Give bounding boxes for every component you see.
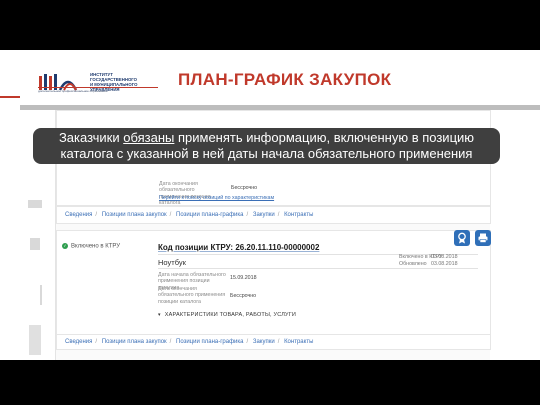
left-decoration	[28, 200, 42, 208]
print-button[interactable]	[475, 230, 491, 246]
included-date: 03.08.2018	[431, 254, 458, 260]
updated-date: 03.08.2018	[431, 261, 458, 267]
tab-procurement-plan-items[interactable]: Позиции плана закупок	[102, 212, 167, 218]
tab-contracts[interactable]: Контракты	[284, 339, 313, 345]
characteristics-toggle[interactable]: ▾ ХАРАКТЕРИСТИКИ ТОВАРА, РАБОТЫ, УСЛУГИ	[158, 312, 296, 318]
tab-schedule-items[interactable]: Позиции плана-графика	[176, 212, 243, 218]
logo-tagline: дополнительное профессиональное образова…	[38, 89, 108, 93]
nav-tabs-top: Сведения / Позиции плана закупок / Позиции…	[56, 206, 491, 224]
divider	[158, 268, 478, 269]
product-name: Ноутбук	[158, 258, 186, 267]
date-start-value: 15.09.2018	[230, 275, 257, 281]
tab-details[interactable]: Сведения	[65, 212, 92, 218]
logo-divider	[38, 87, 158, 88]
chevron-down-icon: ▾	[158, 312, 161, 318]
status-label: Включено в КТРУ	[71, 243, 121, 250]
left-decoration	[29, 325, 41, 355]
tab-purchases[interactable]: Закупки	[253, 339, 275, 345]
ktru-code-link[interactable]: Код позиции КТРУ: 26.20.11.110-00000002	[158, 243, 319, 252]
left-decoration	[30, 238, 40, 250]
slide: ИНСТИТУТ ГОСУДАРСТВЕННОГО И МУНИЦИПАЛЬНО…	[0, 50, 540, 360]
status-badge: ✓ Включено в КТРУ	[62, 243, 120, 250]
date-end-value: Бессрочно	[231, 185, 258, 191]
date-end-value: Бессрочно	[230, 293, 257, 299]
tab-procurement-plan-items[interactable]: Позиции плана закупок	[102, 339, 167, 345]
check-icon: ✓	[62, 243, 68, 249]
callout-prefix: Заказчики	[58, 130, 124, 145]
tab-contracts[interactable]: Контракты	[284, 212, 313, 218]
date-end-label: Дата окончания обязательного применения …	[158, 286, 226, 305]
tab-details[interactable]: Сведения	[65, 339, 92, 345]
title-rule-red	[0, 96, 20, 98]
callout-emphasis: обязаны	[123, 130, 175, 145]
date-end-label: Дата окончания обязательного применения …	[159, 181, 211, 206]
certificate-icon	[458, 232, 466, 244]
updated-label: Обновлено	[399, 261, 427, 267]
left-decoration	[40, 285, 42, 305]
printer-icon	[478, 233, 488, 243]
certificate-button[interactable]	[454, 230, 470, 246]
characteristics-label: ХАРАКТЕРИСТИКИ ТОВАРА, РАБОТЫ, УСЛУГИ	[164, 312, 297, 318]
callout-banner: Заказчики обязаны применять информацию, …	[33, 128, 500, 164]
search-by-characteristics-link[interactable]: Перейти к поиску позиций по характеристи…	[159, 195, 274, 201]
tab-purchases[interactable]: Закупки	[253, 212, 275, 218]
slide-title: ПЛАН-ГРАФИК ЗАКУПОК	[178, 70, 392, 89]
tab-schedule-items[interactable]: Позиции плана-графика	[176, 339, 243, 345]
nav-tabs-bottom: Сведения / Позиции плана закупок / Позиции…	[56, 334, 491, 350]
